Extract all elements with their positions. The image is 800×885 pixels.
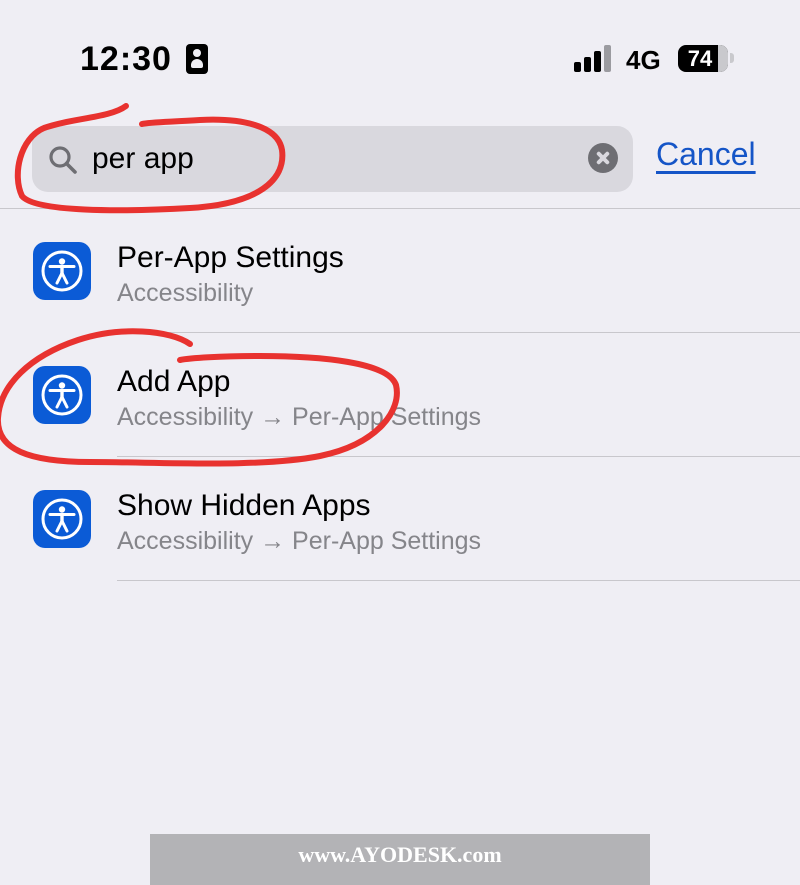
id-card-icon <box>186 44 208 74</box>
divider <box>117 580 800 581</box>
battery-level: 74 <box>687 46 713 71</box>
status-time: 12:30 <box>80 40 172 78</box>
battery-nub <box>730 53 734 63</box>
cellular-signal-icon <box>574 45 614 72</box>
cancel-button[interactable]: Cancel <box>656 136 756 173</box>
watermark-banner: www.AYODESK.com <box>150 834 650 885</box>
result-title: Show Hidden Apps <box>117 489 371 522</box>
battery-icon: 74 <box>678 45 728 72</box>
accessibility-icon <box>33 490 91 548</box>
accessibility-icon <box>33 242 91 300</box>
result-per-app-settings[interactable]: Per-App Settings Accessibility <box>0 209 800 333</box>
result-path: Accessibility → Per-App Settings <box>117 403 482 431</box>
watermark-text: www.AYODESK.com <box>298 842 502 867</box>
result-title: Per-App Settings <box>117 241 344 274</box>
result-add-app[interactable]: Add App Accessibility → Per-App Settings <box>0 333 800 457</box>
search-field[interactable] <box>32 126 633 192</box>
result-title: Add App <box>117 365 231 398</box>
status-bar: 12:30 4G 74 <box>0 0 800 110</box>
search-input[interactable] <box>92 126 572 192</box>
result-path: Accessibility → Per-App Settings <box>117 527 482 555</box>
accessibility-icon <box>33 366 91 424</box>
clear-search-icon[interactable] <box>588 143 618 173</box>
result-path: Accessibility <box>117 279 254 307</box>
search-icon <box>49 146 77 174</box>
result-show-hidden-apps[interactable]: Show Hidden Apps Accessibility → Per-App… <box>0 457 800 581</box>
network-type: 4G <box>626 45 661 75</box>
